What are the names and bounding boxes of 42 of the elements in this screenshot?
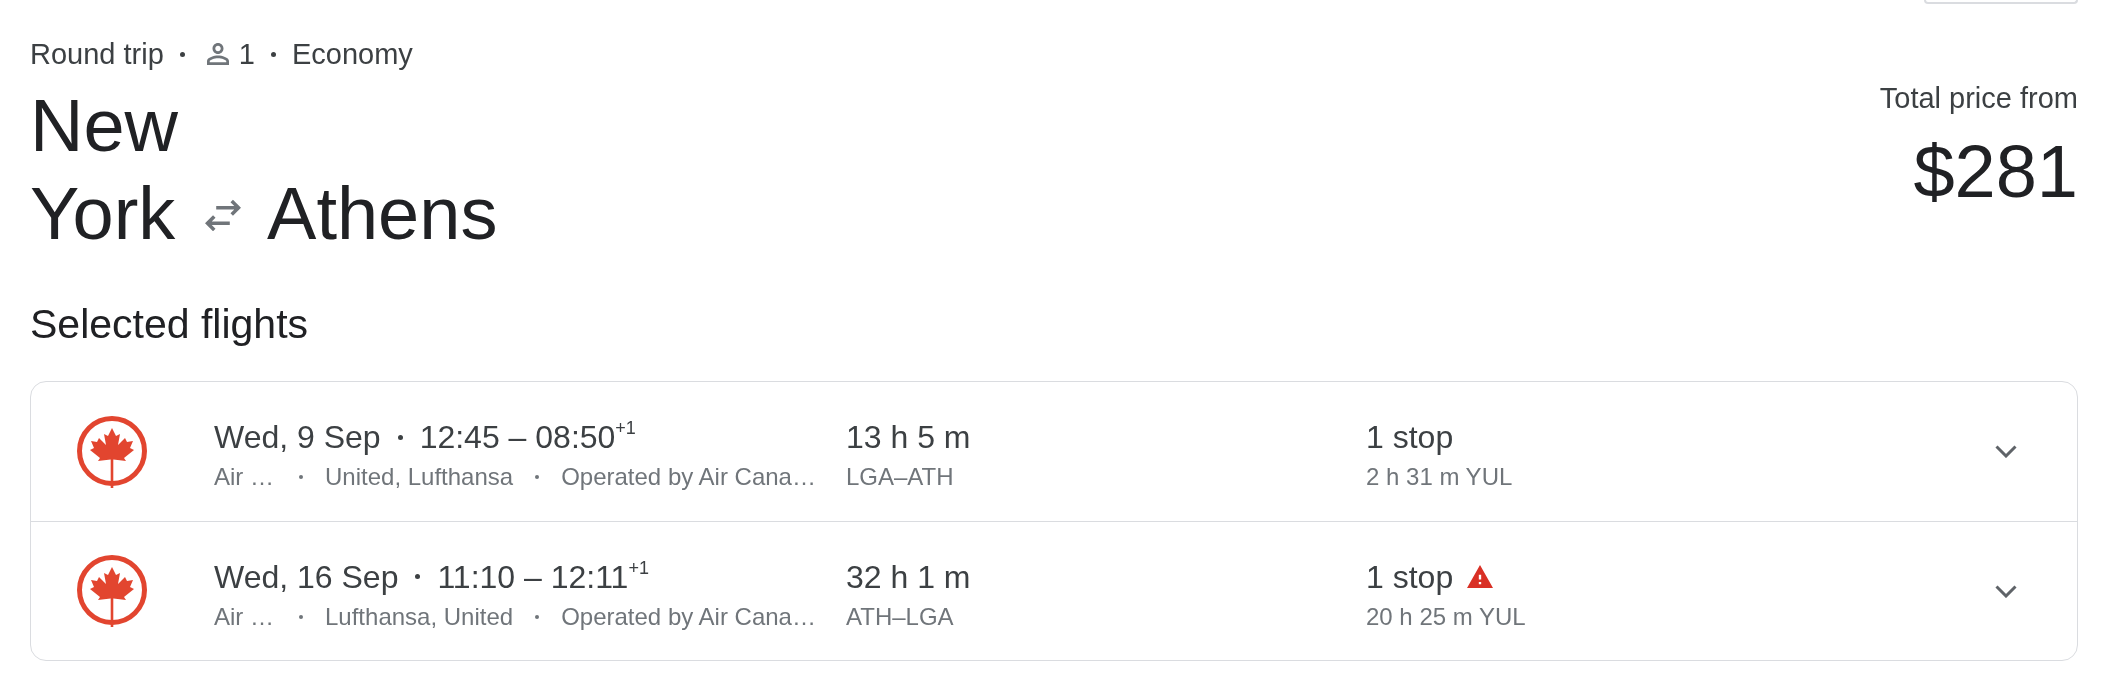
section-heading: Selected flights	[30, 300, 309, 349]
flight-duration: 32 h 1 m	[846, 557, 971, 597]
airport-route: LGA–ATH	[846, 462, 954, 492]
separator-dot-icon	[535, 614, 540, 619]
airline-name: Air …	[214, 462, 275, 492]
expand-button[interactable]	[1995, 445, 2017, 458]
destination-city: Athens	[267, 171, 498, 257]
maple-leaf-icon	[77, 555, 147, 627]
separator-dot-icon	[415, 574, 421, 579]
passenger-count: 1	[238, 37, 255, 72]
origin-city: New York	[30, 83, 179, 257]
separator-dot-icon	[299, 614, 303, 619]
expand-button[interactable]	[1995, 584, 2017, 598]
separator-dot-icon	[179, 51, 185, 57]
separator-dot-icon	[299, 475, 303, 479]
separator-dot-icon	[535, 475, 540, 479]
stop-count: 1 stop	[1366, 418, 1454, 457]
partner-airlines: United, Lufthansa	[325, 462, 514, 492]
partner-airlines: Lufthansa, United	[325, 601, 514, 632]
price-label: Total price from	[1879, 81, 2078, 116]
cabin-class: Economy	[291, 37, 413, 72]
person-icon	[206, 43, 229, 65]
separator-dot-icon	[397, 434, 403, 440]
flight-times: 12:45 – 08:50$^{+1}$	[419, 417, 636, 457]
airport-route: ATH–LGA	[846, 601, 954, 632]
airline-name: Air …	[214, 601, 275, 632]
departure-date: Wed, 16 Sep	[214, 557, 399, 597]
maple-leaf-icon	[77, 415, 147, 488]
operator-text: Operated by Air Cana…	[561, 601, 816, 632]
stop-count: 1 stop	[1366, 557, 1454, 597]
layover-text: 2 h 31 m YUL	[1366, 462, 1513, 492]
operator-text: Operated by Air Cana…	[561, 462, 816, 492]
flight-times: 11:10 – 12:11$^{+1}$	[437, 556, 649, 597]
chevron-down-icon	[1995, 445, 2017, 458]
separator-dot-icon	[270, 51, 276, 57]
chevron-down-icon	[1995, 584, 2017, 598]
trip-type: Round trip	[30, 37, 164, 72]
total-price: $281	[1913, 129, 2078, 215]
swap-arrows-icon	[203, 199, 244, 231]
departure-date: Wed, 9 Sep	[214, 418, 381, 457]
layover-text: 20 h 25 m YUL	[1366, 601, 1526, 632]
flight-duration: 13 h 5 m	[846, 418, 971, 457]
